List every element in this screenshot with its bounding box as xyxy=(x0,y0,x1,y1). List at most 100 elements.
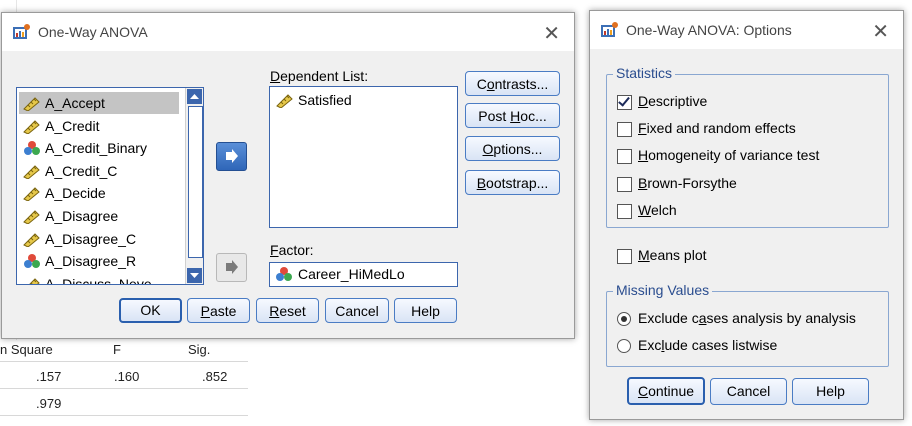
homogeneity-label: Homogeneity of variance test xyxy=(638,147,820,163)
dependent-list-box[interactable]: Satisfied xyxy=(269,86,458,228)
move-to-factor-button[interactable] xyxy=(216,253,247,282)
missing-values-group: Missing Values xyxy=(606,282,889,367)
fixed-random-effects-label: Fixed and random effects xyxy=(638,120,796,136)
welch-label: Welch xyxy=(638,202,677,218)
table-cell: .979 xyxy=(36,396,62,411)
scroll-up-button[interactable] xyxy=(187,89,202,104)
nominal-variable-icon xyxy=(24,254,40,269)
factor-label: Factor: xyxy=(270,242,314,258)
variable-list-item[interactable]: A_Accept xyxy=(19,92,179,114)
exclude-listwise-radio[interactable] xyxy=(617,339,631,353)
bootstrap-button[interactable]: Bootstrap... xyxy=(465,170,560,195)
variable-name: A_Credit_Binary xyxy=(45,140,147,157)
table-row: .979 xyxy=(0,390,248,416)
scale-ruler-icon xyxy=(23,119,40,134)
spss-app-icon xyxy=(601,22,618,37)
close-icon[interactable]: ✕ xyxy=(543,21,560,45)
arrow-right-icon xyxy=(226,149,238,163)
variable-list-item[interactable]: A_Credit xyxy=(19,115,179,137)
variable-list-item[interactable]: A_Discuss_Neve xyxy=(19,273,179,285)
dialog-title: One-Way ANOVA xyxy=(38,24,148,40)
variable-name: A_Credit xyxy=(45,117,100,134)
statistics-group-title: Statistics xyxy=(613,65,676,81)
spss-app-icon xyxy=(13,24,30,39)
variable-name: A_Disagree_C xyxy=(45,230,137,247)
table-header: Sig. xyxy=(188,342,211,357)
nominal-variable-icon xyxy=(24,141,40,156)
exclude-listwise-label: Exclude cases listwise xyxy=(638,337,778,353)
means-plot-checkbox[interactable] xyxy=(617,249,632,264)
variable-name: A_Decide xyxy=(45,185,106,202)
post-hoc-button[interactable]: Post Hoc... xyxy=(465,103,560,128)
contrasts-button[interactable]: Contrasts... xyxy=(465,71,560,96)
table-cell: .157 xyxy=(36,369,62,384)
means-plot-label: Means plot xyxy=(638,247,707,263)
chevron-up-icon xyxy=(190,94,199,99)
help-button[interactable]: Help xyxy=(394,298,457,323)
table-cell: .852 xyxy=(202,369,228,384)
dependent-item-label: Satisfied xyxy=(298,92,352,108)
dependent-list-label-text: ependent List: xyxy=(280,68,369,84)
arrow-right-icon xyxy=(226,260,238,274)
table-header: F xyxy=(113,342,121,357)
table-row: .157 .160 .852 xyxy=(0,363,248,389)
welch-checkbox[interactable] xyxy=(617,204,632,219)
factor-field[interactable]: Career_HiMedLo xyxy=(269,262,458,287)
variable-name: A_Discuss_Neve xyxy=(45,275,152,285)
variable-list[interactable]: A_Accept A_Credit A_Credit_Binary A_Credit_… xyxy=(16,87,204,285)
table-header: n Square xyxy=(0,342,53,357)
variable-list-item[interactable]: A_Credit_Binary xyxy=(19,137,179,159)
chevron-down-icon xyxy=(190,273,199,278)
fixed-random-effects-checkbox[interactable] xyxy=(617,122,632,137)
reset-button[interactable]: Reset xyxy=(256,298,319,323)
help-button[interactable]: Help xyxy=(792,378,869,405)
variable-list-item[interactable]: A_Disagree_C xyxy=(19,228,179,250)
options-title: One-Way ANOVA: Options xyxy=(626,22,792,38)
list-item[interactable]: Satisfied xyxy=(272,89,432,111)
scale-ruler-icon xyxy=(23,97,40,111)
scale-ruler-icon xyxy=(23,232,40,247)
missing-values-group-title: Missing Values xyxy=(613,282,713,298)
variable-name: A_Credit_C xyxy=(45,162,118,179)
dialog-title-bar: One-Way ANOVA ✕ xyxy=(2,13,574,51)
factor-value: Career_HiMedLo xyxy=(298,266,405,282)
scale-ruler-icon xyxy=(23,187,40,202)
variable-list-item[interactable]: A_Disagree xyxy=(19,205,179,227)
descriptive-checkbox[interactable] xyxy=(617,95,632,110)
scale-ruler-icon xyxy=(276,94,293,108)
options-button[interactable]: Options... xyxy=(465,136,560,161)
close-icon[interactable]: ✕ xyxy=(872,19,889,43)
factor-label-text: actor: xyxy=(278,242,314,258)
variable-list-item[interactable]: A_Credit_C xyxy=(19,160,179,182)
cancel-button[interactable]: Cancel xyxy=(325,298,389,323)
options-title-bar: One-Way ANOVA: Options ✕ xyxy=(590,11,903,49)
exclude-analysis-label: Exclude cases analysis by analysis xyxy=(638,310,856,326)
anova-options-dialog: One-Way ANOVA: Options ✕ Statistics Desc… xyxy=(589,10,904,420)
variable-list-scrollbar[interactable] xyxy=(185,88,203,284)
descriptive-label: Descriptive xyxy=(638,93,708,109)
table-cell: .160 xyxy=(114,369,140,384)
variable-name: A_Accept xyxy=(45,95,105,111)
exclude-analysis-radio[interactable] xyxy=(617,312,631,326)
variable-list-item[interactable]: A_Decide xyxy=(19,182,179,204)
scale-ruler-icon xyxy=(23,210,40,224)
continue-button[interactable]: Continue xyxy=(627,377,705,405)
paste-button[interactable]: Paste xyxy=(187,298,250,323)
brown-forsythe-label: Brown-Forsythe xyxy=(638,175,737,191)
dependent-list-label: Dependent List: xyxy=(270,68,369,84)
cancel-button[interactable]: Cancel xyxy=(710,378,787,405)
one-way-anova-dialog: One-Way ANOVA ✕ A_Accept A_Credit A_Credit… xyxy=(1,12,575,339)
variable-name: A_Disagree xyxy=(45,208,119,224)
ok-button[interactable]: OK xyxy=(119,298,182,323)
move-to-dependent-button[interactable] xyxy=(216,142,247,171)
scale-ruler-icon xyxy=(23,165,40,179)
brown-forsythe-checkbox[interactable] xyxy=(617,177,632,192)
homogeneity-checkbox[interactable] xyxy=(617,149,632,164)
scale-ruler-icon xyxy=(29,278,40,284)
variable-list-item[interactable]: A_Disagree_R xyxy=(19,250,179,272)
nominal-variable-icon xyxy=(276,267,292,281)
scrollbar-thumb[interactable] xyxy=(188,106,203,258)
table-header-row: n Square F Sig. xyxy=(0,336,248,362)
variable-name: A_Disagree_R xyxy=(45,253,137,270)
scroll-down-button[interactable] xyxy=(187,268,202,283)
